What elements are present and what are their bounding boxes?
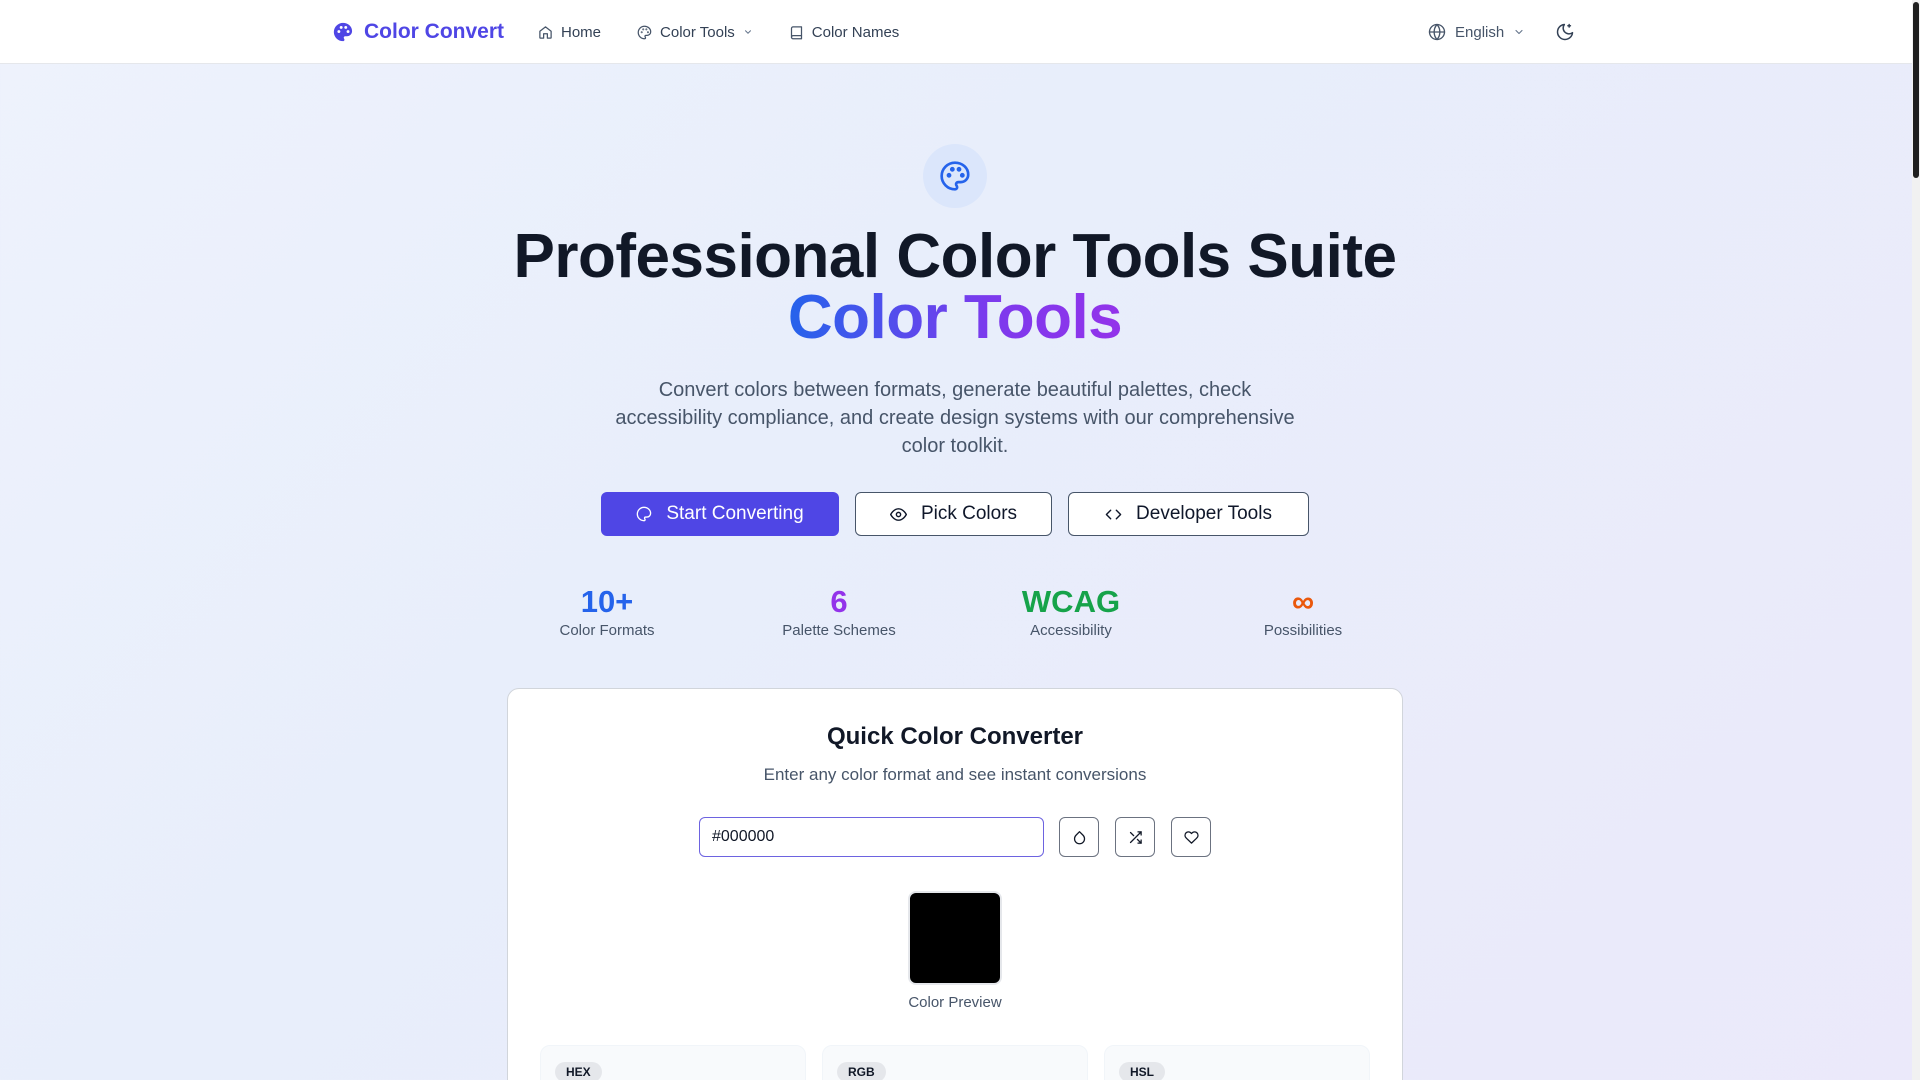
hero-title-line1: Professional Color Tools Suite <box>513 222 1397 291</box>
color-preview-label: Color Preview <box>908 994 1002 1011</box>
nav-color-tools-dropdown[interactable]: Color Tools <box>637 24 753 41</box>
nav-color-tools-label: Color Tools <box>660 23 735 41</box>
palette-icon <box>637 506 652 522</box>
hero-palette-badge <box>923 144 987 208</box>
stat-value: WCAG <box>1021 584 1121 619</box>
format-card-hex: HEX <box>540 1045 806 1080</box>
palette-icon <box>940 161 970 191</box>
stat-value: 6 <box>830 584 848 619</box>
nav-home[interactable]: Home <box>538 24 601 41</box>
droplet-icon <box>1073 830 1085 844</box>
quick-converter-card: Quick Color Converter Enter any color fo… <box>507 688 1403 1080</box>
stat-label: Possibilities <box>1263 622 1343 639</box>
random-color-button[interactable] <box>1115 817 1155 857</box>
stat-label: Accessibility <box>1030 622 1112 639</box>
code-icon <box>1105 509 1122 519</box>
pick-colors-label: Pick Colors <box>920 503 1018 524</box>
heart-icon <box>1183 830 1199 844</box>
hero-title: Professional Color Tools Suite Color Too… <box>0 226 1910 349</box>
nav-color-names[interactable]: Color Names <box>789 23 900 41</box>
pick-colors-button[interactable]: Pick Colors <box>855 492 1052 536</box>
hero-cta-row: Start Converting Pick Colors Developer T… <box>601 492 1309 536</box>
language-selector[interactable]: English <box>1428 23 1525 41</box>
start-converting-label: Start Converting <box>666 503 804 524</box>
palette-logo-icon <box>333 22 353 42</box>
hero-subtitle: Convert colors between formats, generate… <box>615 379 1295 457</box>
page-scrollbar[interactable] <box>1912 0 1920 1080</box>
format-card-hsl: HSL <box>1104 1045 1370 1080</box>
stat-label: Palette Schemes <box>782 622 896 639</box>
nav-color-names-label: Color Names <box>811 23 900 41</box>
start-converting-button[interactable]: Start Converting <box>601 492 839 536</box>
palette-icon <box>637 25 652 39</box>
shuffle-icon <box>1129 830 1142 844</box>
hero-title-gradient: Color Tools <box>787 283 1123 352</box>
nav-home-label: Home <box>561 23 602 41</box>
converter-title: Quick Color Converter <box>826 723 1084 750</box>
brand-name: Color Convert <box>364 20 505 43</box>
stat-label: Color Formats <box>559 622 655 639</box>
theme-toggle-button[interactable] <box>1551 18 1579 46</box>
eye-icon <box>889 507 907 521</box>
format-badge: HEX <box>555 1062 602 1080</box>
stat-value: 10+ <box>580 584 634 619</box>
main-nav: Home Color Tools Color Names <box>538 0 899 64</box>
language-label: English <box>1455 23 1505 41</box>
chevron-down-icon <box>1515 29 1523 35</box>
scrollbar-thumb[interactable] <box>1913 2 1919 178</box>
chevron-down-icon <box>744 30 751 34</box>
moon-icon <box>1556 23 1574 41</box>
format-badge: HSL <box>1119 1062 1165 1080</box>
globe-icon <box>1428 23 1446 41</box>
stat-value: ∞ <box>1291 584 1315 619</box>
format-card-rgb: RGB <box>822 1045 1088 1080</box>
top-navbar: Color Convert Home Color Tools Color Nam… <box>0 0 1912 64</box>
stat-color-formats: 10+ Color Formats <box>507 584 707 639</box>
home-icon <box>539 25 552 39</box>
stat-accessibility: WCAG Accessibility <box>971 584 1171 639</box>
stat-possibilities: ∞ Possibilities <box>1203 584 1403 639</box>
color-preview-swatch <box>908 891 1002 985</box>
brand-logo-link[interactable]: Color Convert <box>332 0 504 64</box>
eyedropper-button[interactable] <box>1059 817 1099 857</box>
developer-tools-label: Developer Tools <box>1136 503 1272 524</box>
converter-subtitle: Enter any color format and see instant c… <box>763 765 1147 784</box>
developer-tools-button[interactable]: Developer Tools <box>1068 492 1309 536</box>
stat-palette-schemes: 6 Palette Schemes <box>739 584 939 639</box>
format-badge: RGB <box>837 1062 886 1080</box>
favorite-button[interactable] <box>1171 817 1211 857</box>
book-icon <box>790 25 802 39</box>
header-actions: English <box>1428 0 1579 64</box>
color-input-field[interactable] <box>699 817 1044 857</box>
